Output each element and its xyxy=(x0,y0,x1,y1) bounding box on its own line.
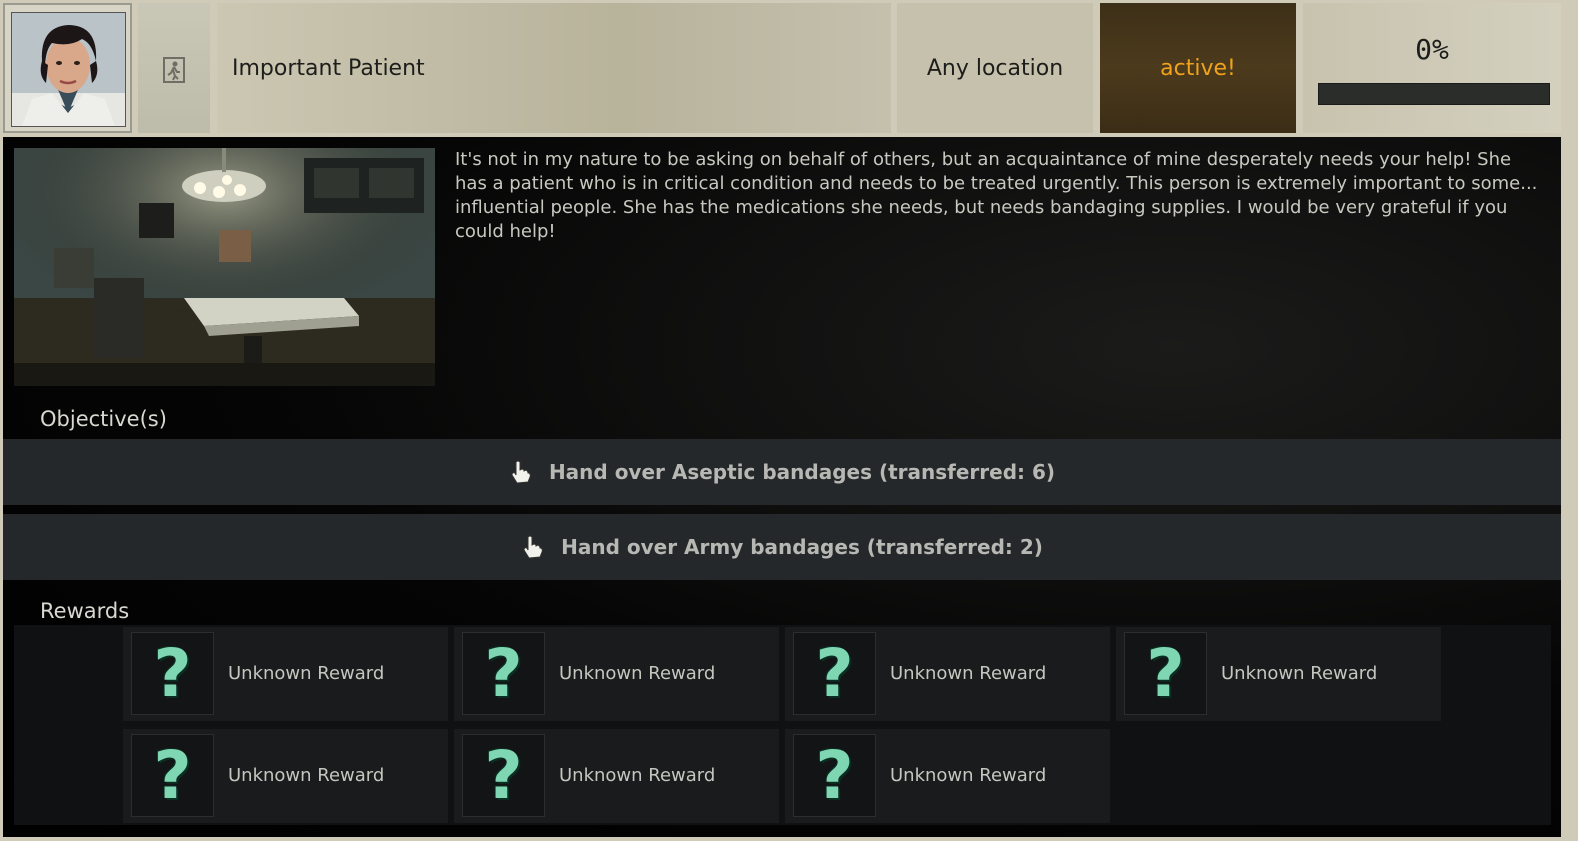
reward-label: Unknown Reward xyxy=(890,663,1047,684)
quest-location: Any location xyxy=(897,3,1093,133)
question-mark-icon: ? xyxy=(1124,632,1207,715)
question-mark-icon: ? xyxy=(793,632,876,715)
quest-title: Important Patient xyxy=(217,3,891,133)
quest-image xyxy=(14,148,435,386)
objectives-heading: Objective(s) xyxy=(40,407,167,431)
reward-label: Unknown Reward xyxy=(228,663,385,684)
reward-label: Unknown Reward xyxy=(228,765,385,786)
quest-status-text: active! xyxy=(1160,55,1236,81)
reward-label: Unknown Reward xyxy=(559,765,716,786)
quest-title-text: Important Patient xyxy=(232,55,425,81)
question-mark-icon: ? xyxy=(793,734,876,817)
trader-portrait-cell[interactable] xyxy=(3,3,132,133)
progress-bar xyxy=(1318,83,1550,105)
reward-item[interactable]: ? Unknown Reward xyxy=(454,729,779,823)
quest-details-panel: It's not in my nature to be asking on be… xyxy=(3,137,1561,837)
exit-icon xyxy=(163,57,185,83)
exit-location-cell[interactable] xyxy=(138,3,210,133)
question-mark-icon: ? xyxy=(462,632,545,715)
rewards-heading: Rewards xyxy=(40,599,130,623)
reward-label: Unknown Reward xyxy=(1221,663,1378,684)
reward-item[interactable]: ? Unknown Reward xyxy=(785,729,1110,823)
question-mark-icon: ? xyxy=(462,734,545,817)
reward-label: Unknown Reward xyxy=(559,663,716,684)
objective-text: Hand over Army bandages (transferred: 2) xyxy=(561,535,1043,559)
objective-item[interactable]: Hand over Army bandages (transferred: 2) xyxy=(3,514,1561,580)
quest-description: It's not in my nature to be asking on be… xyxy=(455,149,1538,242)
reward-item[interactable]: ? Unknown Reward xyxy=(785,627,1110,721)
quest-status-badge: active! xyxy=(1100,3,1296,133)
hand-pointer-icon xyxy=(523,535,543,559)
reward-item[interactable]: ? Unknown Reward xyxy=(123,627,448,721)
hand-pointer-icon xyxy=(511,460,531,484)
quest-window: Important Patient Any location active! 0… xyxy=(0,0,1578,841)
trader-avatar xyxy=(11,12,126,127)
progress-percentage: 0% xyxy=(1415,33,1449,66)
reward-item[interactable]: ? Unknown Reward xyxy=(123,729,448,823)
question-mark-icon: ? xyxy=(131,734,214,817)
rewards-grid: ? Unknown Reward ? Unknown Reward ? Unkn… xyxy=(14,625,1551,825)
reward-item[interactable]: ? Unknown Reward xyxy=(454,627,779,721)
reward-item[interactable]: ? Unknown Reward xyxy=(1116,627,1441,721)
question-mark-icon: ? xyxy=(131,632,214,715)
quest-location-text: Any location xyxy=(926,55,1064,81)
reward-label: Unknown Reward xyxy=(890,765,1047,786)
objective-item[interactable]: Hand over Aseptic bandages (transferred:… xyxy=(3,439,1561,505)
objective-text: Hand over Aseptic bandages (transferred:… xyxy=(548,460,1056,484)
quest-progress: 0% xyxy=(1303,3,1561,133)
